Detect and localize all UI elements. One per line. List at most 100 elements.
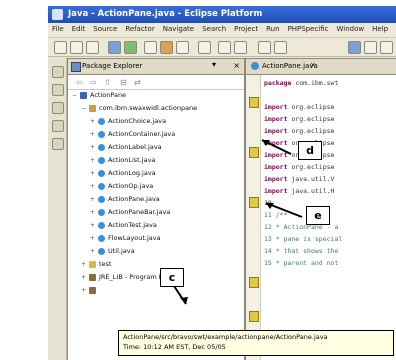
expand-toggle-icon[interactable]: + <box>90 196 96 203</box>
code-line: 13 * pane is special <box>264 235 342 246</box>
fast-view-hierarchy-icon[interactable] <box>52 84 64 96</box>
link-editor-icon[interactable]: ⇄ <box>134 78 141 87</box>
tree-item[interactable]: + test <box>81 260 111 272</box>
resource-perspective-icon[interactable] <box>380 41 393 54</box>
forward-icon[interactable] <box>234 41 247 54</box>
expand-toggle-icon[interactable]: + <box>90 157 96 164</box>
menu-project[interactable]: Project <box>230 23 262 33</box>
editor-tab-actionpane[interactable]: ActionPane.java × <box>246 59 396 75</box>
fast-view-console-icon[interactable] <box>52 102 64 114</box>
code-keyword: import <box>264 151 288 159</box>
change-marker-icon[interactable] <box>249 147 259 158</box>
tree-item[interactable]: + FlowLayout.java <box>90 234 161 246</box>
window-title: Java - ActionPane.java - Eclipse Platfor… <box>68 9 263 19</box>
code-text: 13 * pane is special <box>264 235 343 243</box>
code-keyword: import <box>264 139 288 147</box>
code-line: import org.eclipse <box>264 127 334 138</box>
save-icon[interactable] <box>70 41 83 54</box>
debug-perspective-icon[interactable] <box>364 41 377 54</box>
tree-item[interactable]: − ActionPane <box>72 91 126 103</box>
view-menu-icon[interactable]: ▾ <box>212 60 216 69</box>
expand-toggle-icon[interactable]: + <box>90 209 96 216</box>
tree-item[interactable]: + ActionLog.java <box>90 169 156 181</box>
menu-refactor[interactable]: Refactor <box>121 23 158 33</box>
debug-icon[interactable] <box>108 41 121 54</box>
tooltip-time: Time: 10:12 AM EST, Dec 05/05 <box>123 343 226 351</box>
expand-toggle-icon[interactable]: − <box>72 92 78 99</box>
tree-item[interactable]: + ActionPaneBar.java <box>90 208 170 220</box>
change-marker-icon[interactable] <box>249 311 259 322</box>
change-marker-icon[interactable] <box>249 277 259 288</box>
menu-file[interactable]: File <box>48 23 68 33</box>
close-icon[interactable]: × <box>233 61 240 70</box>
java-icon <box>98 221 105 229</box>
expand-toggle-icon[interactable]: + <box>81 274 87 281</box>
expand-toggle-icon[interactable]: + <box>90 235 96 242</box>
tree-item[interactable]: + ActionContainer.java <box>90 130 175 142</box>
close-icon[interactable]: × <box>310 61 316 69</box>
code-line: import org.eclipse <box>264 163 334 174</box>
code-keyword: import <box>264 187 288 195</box>
print-icon[interactable] <box>86 41 99 54</box>
fast-view-problems-icon[interactable] <box>52 120 64 132</box>
new-package-icon[interactable] <box>160 41 173 54</box>
java-icon <box>98 234 105 242</box>
new-java-project-icon[interactable] <box>144 41 157 54</box>
new-class-icon[interactable] <box>176 41 189 54</box>
back-arrow-icon[interactable]: ⇦ <box>76 78 83 87</box>
forward-arrow-icon[interactable]: ⇨ <box>90 78 97 87</box>
tree-item[interactable]: + ActionChoice.java <box>90 117 166 129</box>
fast-view-tasks-icon[interactable] <box>52 138 64 150</box>
code-text: org.eclipse <box>287 127 335 135</box>
expand-toggle-icon[interactable]: + <box>90 183 96 190</box>
up-arrow-icon[interactable]: ⇧ <box>104 78 111 87</box>
new-icon[interactable] <box>54 41 67 54</box>
tree-item[interactable]: + ActionLabel.java <box>90 143 162 155</box>
expand-toggle-icon[interactable]: + <box>90 131 96 138</box>
package-explorer-tab[interactable]: Package Explorer ▾ × <box>68 59 244 75</box>
expand-toggle-icon[interactable]: + <box>90 222 96 229</box>
collapse-all-icon[interactable]: ⊟ <box>120 78 127 87</box>
expand-toggle-icon[interactable]: − <box>81 105 87 112</box>
java-icon <box>98 130 105 138</box>
folder-icon <box>89 260 96 268</box>
menu-source[interactable]: Source <box>89 23 121 33</box>
tree-item[interactable]: + ActionPane.java <box>90 195 160 207</box>
code-line: import org.eclipse <box>264 103 334 114</box>
fast-view-bar <box>48 58 67 360</box>
menu-help[interactable]: Help <box>368 23 392 33</box>
code-text: org.eclipse <box>287 163 335 171</box>
menu-window[interactable]: Window <box>333 23 369 33</box>
menu-run[interactable]: Run <box>262 23 283 33</box>
expand-toggle-icon[interactable]: + <box>90 170 96 177</box>
run-icon[interactable] <box>124 41 137 54</box>
expand-toggle-icon[interactable]: + <box>90 144 96 151</box>
open-type-icon[interactable] <box>258 41 271 54</box>
change-marker-icon[interactable] <box>249 197 259 208</box>
change-marker-icon[interactable] <box>249 97 259 108</box>
tree-item[interactable]: + ActionTest.java <box>90 221 157 233</box>
tree-item-label: ActionPane.java <box>108 195 160 203</box>
expand-toggle-icon[interactable]: + <box>81 287 87 294</box>
tree-item[interactable]: + <box>81 286 99 298</box>
menu-phpspecific[interactable]: PHPSpecific <box>284 23 333 33</box>
callout-e: e <box>306 206 330 225</box>
fast-view-outline-icon[interactable] <box>52 66 64 78</box>
expand-toggle-icon[interactable]: + <box>90 118 96 125</box>
tree-item[interactable]: + ActionOp.java <box>90 182 153 194</box>
tree-item[interactable]: + Util.java <box>90 247 135 259</box>
menu-search[interactable]: Search <box>198 23 230 33</box>
expand-toggle-icon[interactable]: + <box>81 261 87 268</box>
tree-item[interactable]: − com.ibm.swaxwidl.actionpane <box>81 104 197 116</box>
back-icon[interactable] <box>218 41 231 54</box>
java-file-icon <box>251 62 259 70</box>
expand-toggle-icon[interactable]: + <box>90 248 96 255</box>
menu-navigate[interactable]: Navigate <box>159 23 198 33</box>
menu-edit[interactable]: Edit <box>68 23 90 33</box>
package-explorer-view: Package Explorer ▾ × ⇦ ⇨ ⇧ ⊟ ⇄ − ActionPa… <box>67 58 245 360</box>
search-icon[interactable] <box>198 41 211 54</box>
tree-item[interactable]: + ActionList.java <box>90 156 155 168</box>
java-perspective-icon[interactable] <box>348 41 361 54</box>
lib-icon <box>89 286 96 294</box>
open-perspective-icon[interactable] <box>274 41 287 54</box>
